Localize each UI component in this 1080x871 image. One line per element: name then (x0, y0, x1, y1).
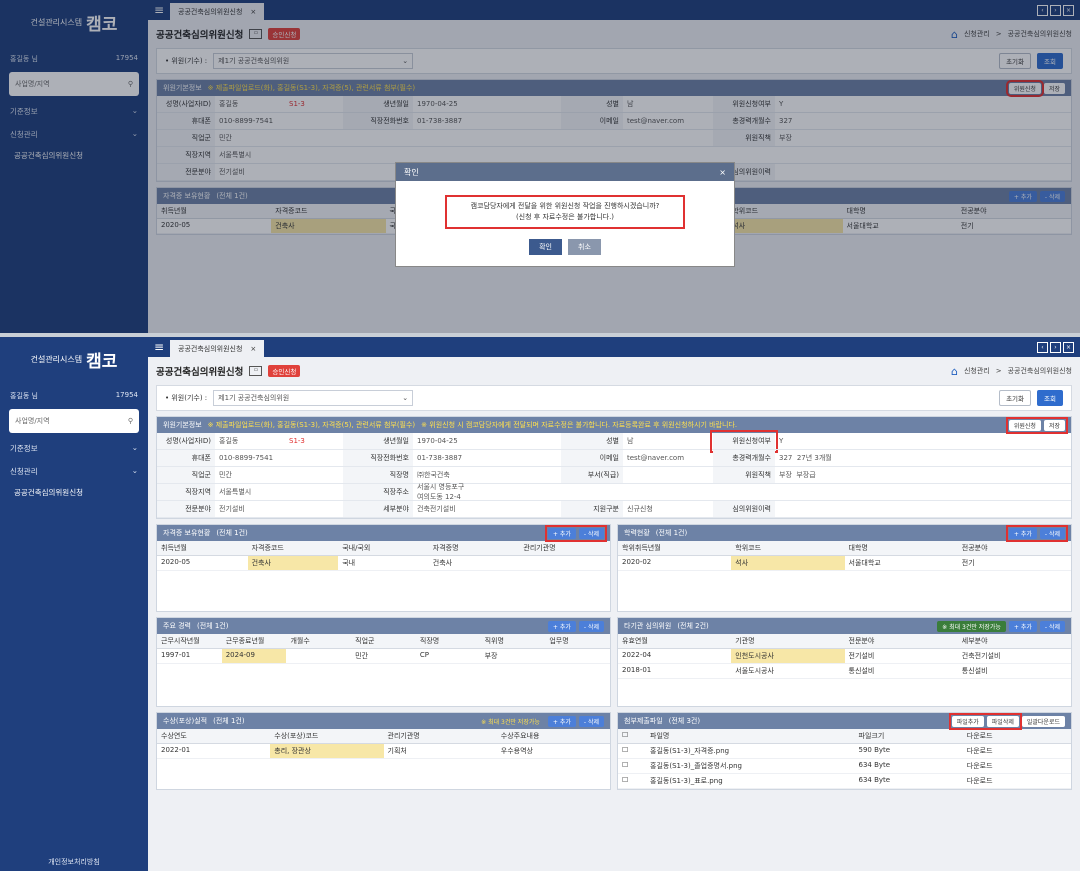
award-section: 수상(포상)실적 (전체 1건) ※ 최대 3건만 저장가능 + 추가 - 삭제 수상연… (156, 712, 611, 790)
home-icon[interactable]: ⌂ (951, 365, 958, 378)
doc-icon: ▭ (249, 366, 263, 376)
ok-button[interactable]: 확인 (529, 239, 562, 255)
user-info: 홍길동 님 17954 (10, 391, 138, 400)
download-all-button[interactable]: 일괄다운로드 (1021, 715, 1065, 727)
tab-active[interactable]: 공공건축심의위원신청 × (170, 340, 265, 357)
committee-select[interactable]: 제1기 공공건축심의위원 ⌄ (213, 390, 414, 406)
chevron-down-icon: ⌄ (131, 443, 138, 452)
main-content: 공공건축심의위원신청 ▭ 승인신청 ⌂ 신청관리 > 공공건축심의위원신청 • 위원(기수… (148, 357, 1080, 871)
close-all-icon[interactable]: × (1063, 342, 1074, 353)
search-input[interactable]: 사업명/지역 ⚲ (9, 409, 139, 433)
logo: 건설관리시스템 캠코 (30, 351, 118, 372)
topbar: ≡ 공공건축심의위원신청 × ‹ › × (148, 337, 1080, 357)
close-icon[interactable]: × (719, 168, 726, 177)
table-row[interactable]: 2020-02 석사 서울대학교 전기 (618, 556, 1071, 571)
delete-button[interactable]: - 삭제 (578, 527, 604, 539)
file-add-button[interactable]: 파일추가 (951, 715, 984, 727)
save-button[interactable]: 저장 (1043, 419, 1065, 431)
basic-form: 성명(사업자ID) 홍길동 S1-3 생년월일 1970-04-25 성별 남 위원신청여부 Y… (157, 430, 1071, 518)
table-row[interactable]: ☐ 홍길동(S1-3)_자격증.png 590 Byte 다운로드 (618, 744, 1071, 759)
add-button[interactable]: + 추가 (1008, 620, 1037, 632)
checkbox[interactable]: ☐ (618, 744, 646, 758)
screenshot-confirm-dialog: 건설관리시스템 캠코 홍길동 님 17954 사업명/지역 ⚲ 기준정보 ⌄ 신청관리 ⌄… (0, 0, 1080, 333)
menu-icon[interactable]: ≡ (148, 337, 170, 357)
next-icon[interactable]: › (1050, 342, 1061, 353)
table-row[interactable]: ☐ 홍길동(S1-3)_표로.png 634 Byte 다운로드 (618, 774, 1071, 789)
reset-button[interactable]: 초기화 (999, 390, 1032, 406)
add-button[interactable]: + 추가 (547, 527, 576, 539)
delete-button[interactable]: - 삭제 (1039, 620, 1065, 632)
search-button[interactable]: 조회 (1037, 390, 1063, 406)
career-section: 주요 경력 (전체 1건) + 추가 - 삭제 근무시작년월 근무종료년월 개월수 직업군 직… (156, 617, 611, 707)
license-section: 자격증 보유현황(전체 1건)+ 추가- 삭제 취득년월자격증코드국내/국외자격… (156, 524, 611, 612)
add-button[interactable]: + 추가 (1008, 527, 1037, 539)
basic-info-section: 위원기본정보 ※ 제출파일업로드(화), 홍길동(S1-3), 자격증(5), 관… (156, 416, 1072, 519)
sidebar-item-apply[interactable]: 신청관리 ⌄ (0, 460, 148, 483)
dialog-message: 캠코담당자에게 전달을 위한 위원신청 작업을 진행하시겠습니까? (신청 후 자… (445, 195, 685, 229)
table-row[interactable]: 2020-05 건축사 국내 건축사 (157, 556, 610, 571)
delete-button[interactable]: - 삭제 (1039, 527, 1065, 539)
sidebar-subitem[interactable]: 공공건축심의위원신청 (0, 483, 148, 502)
delete-button[interactable]: - 삭제 (578, 620, 604, 632)
sidebar: 건설관리시스템 캠코 홍길동 님 17954 사업명/지역 ⚲ 기준정보 ⌄ 신청관리 ⌄… (0, 337, 148, 871)
add-button[interactable]: + 추가 (547, 620, 576, 632)
privacy-link[interactable]: 개인정보처리방침 (0, 857, 148, 867)
cancel-button[interactable]: 취소 (568, 239, 601, 255)
filter-bar: • 위원(기수) : 제1기 공공건축심의위원 ⌄ 초기화 조회 (156, 385, 1072, 411)
apply-button[interactable]: 위원신청 (1008, 419, 1041, 431)
table-row[interactable]: 2022-04 인천도시공사 전기설비 건축전기설비 (618, 649, 1071, 664)
checkbox[interactable]: ☐ (618, 759, 646, 773)
checkbox[interactable]: ☐ (618, 774, 646, 788)
confirm-dialog: 확인 × 캠코담당자에게 전달을 위한 위원신청 작업을 진행하시겠습니까? (신청… (395, 162, 735, 267)
page-title: 공공건축심의위원신청 (156, 367, 244, 378)
add-button[interactable]: + 추가 (547, 715, 576, 727)
table-row[interactable]: ☐ 홍길동(S1-3)_졸업증명서.png 634 Byte 다운로드 (618, 759, 1071, 774)
breadcrumb: ⌂ 신청관리 > 공공건축심의위원신청 (950, 364, 1072, 378)
search-icon[interactable]: ⚲ (128, 417, 133, 425)
delete-button[interactable]: - 삭제 (578, 715, 604, 727)
screenshot-application-form: 건설관리시스템 캠코 홍길동 님 17954 사업명/지역 ⚲ 기준정보 ⌄ 신청관리 ⌄… (0, 337, 1080, 871)
chevron-down-icon: ⌄ (131, 466, 138, 475)
file-delete-button[interactable]: 파일삭제 (986, 715, 1019, 727)
window-controls: ‹ › × (1031, 338, 1080, 357)
status-badge: 승인신청 (268, 365, 301, 377)
prev-icon[interactable]: ‹ (1037, 342, 1048, 353)
education-section: 학력현황 (전체 1건) + 추가 - 삭제 학위취득년월 학위코드 대학명 전공분야 20… (617, 524, 1072, 612)
table-row[interactable]: 2022-01 총리, 장관상 기획처 우수용역상 (157, 744, 610, 759)
committee-section: 타기관 심의위원 (전체 2건) ※ 최대 3건만 저장가능 + 추가 - 삭제 유효연… (617, 617, 1072, 707)
file-section: 첨부제출파일 (전체 3건) 파일추가 파일삭제 일괄다운로드 ☐ 파일명 파일크기 다운로드… (617, 712, 1072, 790)
close-icon[interactable]: × (250, 345, 256, 353)
sidebar-item-base[interactable]: 기준정보 ⌄ (0, 437, 148, 460)
table-row[interactable]: 2018-01 서울도시공사 통신설비 통신설비 (618, 664, 1071, 679)
table-row[interactable]: 1997-01 2024-09 민간 CP 부장 (157, 649, 610, 664)
checkbox[interactable]: ☐ (618, 729, 646, 743)
